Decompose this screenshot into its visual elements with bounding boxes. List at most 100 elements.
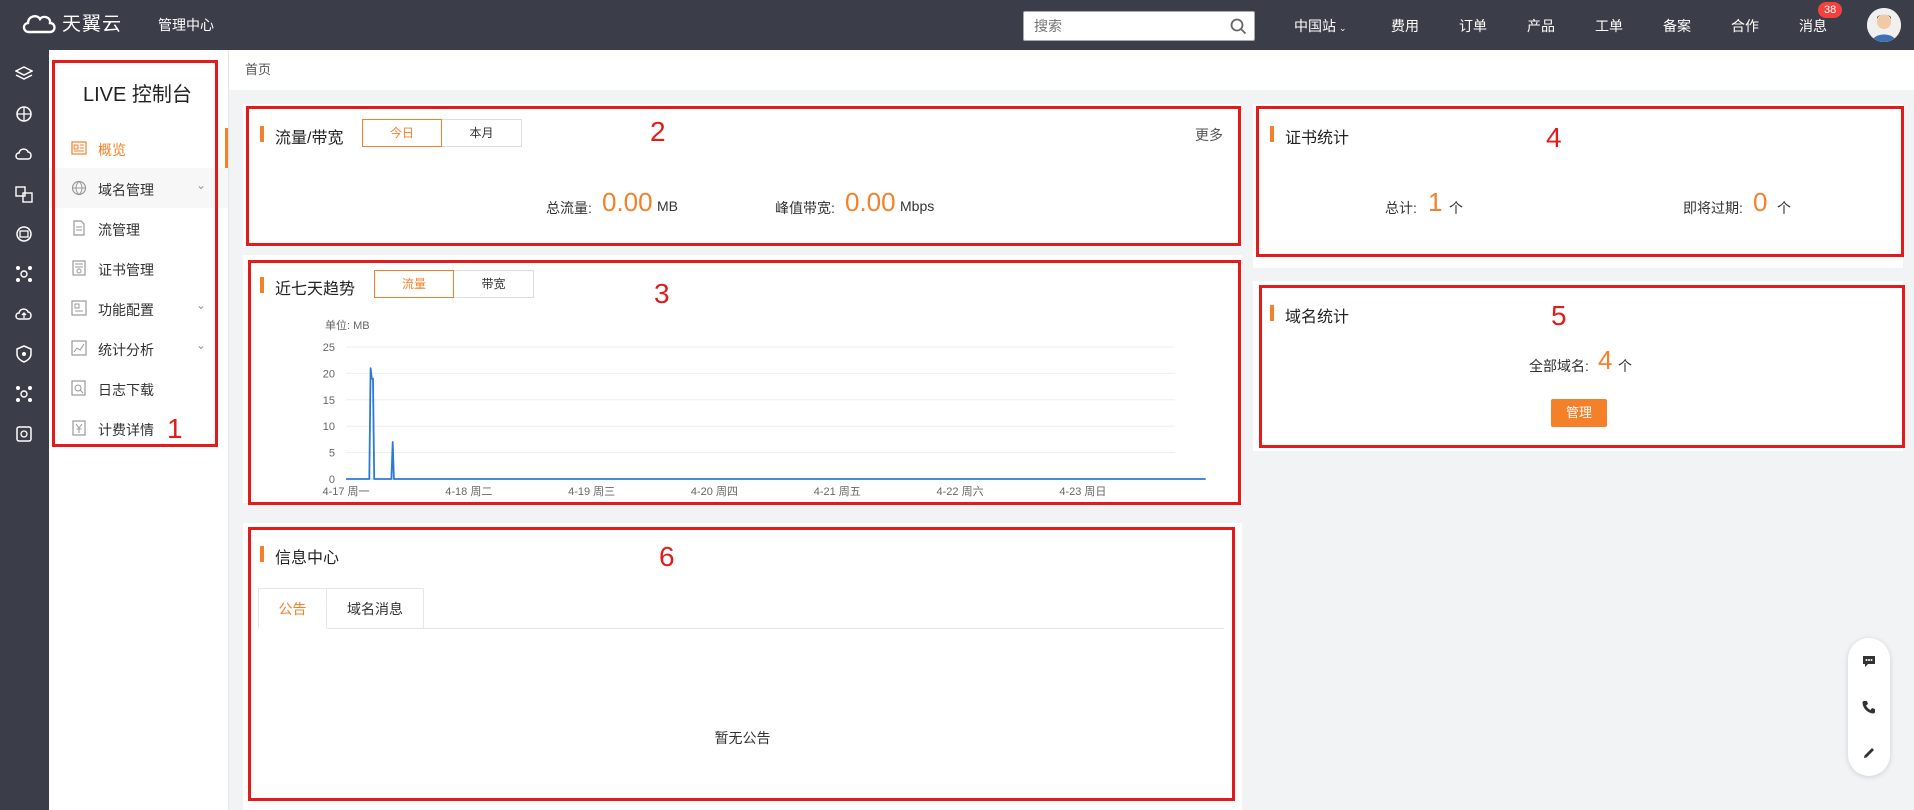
monitor-icon[interactable] [14,424,34,444]
globe-grid-icon[interactable] [14,104,34,124]
y-tick-label: 15 [323,395,335,407]
info-tabs: 公告 域名消息 [258,588,1224,629]
sidebar-item-statistics[interactable]: 统计分析 ⌄ [49,328,228,368]
nav-region[interactable]: 中国站 ⌄ [1294,16,1347,36]
sidebar-item-domain-management[interactable]: 域名管理 ⌄ [49,168,228,208]
info-title: 信息中心 [260,544,339,568]
pencil-icon [1864,748,1874,758]
nav-partner[interactable]: 合作 [1731,16,1759,36]
tab-today[interactable]: 今日 [362,119,442,147]
sidebar-item-certificate-management[interactable]: 证书管理 [49,248,228,288]
sidebar-item-billing-details[interactable]: 计费详情 [49,408,228,448]
x-tick-label: 4-20 周四 [691,485,738,498]
cert-total-unit: 个 [1449,200,1463,216]
series-line [346,367,1206,480]
nav-products[interactable]: 产品 [1527,16,1555,36]
sidebar-item-feature-config[interactable]: 功能配置 ⌄ [49,288,228,328]
nav-messages[interactable]: 消息 [1799,16,1827,36]
sidebar-item-label: 流管理 [98,222,140,238]
total-traffic-value: 0.00 [602,187,653,217]
tab-this-month[interactable]: 本月 [442,119,522,147]
certificate-icon [72,260,86,276]
search-icon[interactable] [1230,18,1247,35]
sidebar-item-stream-management[interactable]: 流管理 [49,208,228,248]
x-tick-label: 4-21 周五 [814,485,861,498]
message-count-badge: 38 [1818,2,1843,18]
cluster-icon[interactable] [14,384,34,404]
logo[interactable]: 天翼云 [20,9,122,36]
empty-notice-text: 暂无公告 [714,730,771,746]
more-link[interactable]: 更多 [1195,125,1223,145]
search-input[interactable] [1024,12,1214,40]
cert-title: 证书统计 [1270,124,1349,148]
edit-button[interactable] [1848,730,1890,776]
globe-icon [71,180,87,196]
management-center-link[interactable]: 管理中心 [158,15,214,35]
phone-icon [1862,701,1875,714]
tab-domain-messages[interactable]: 域名消息 [327,588,424,629]
sidebar-item-overview[interactable]: 概览 [49,128,228,168]
chevron-down-icon: ⌄ [196,178,207,192]
x-tick-label: 4-23 周日 [1059,485,1106,498]
total-traffic-label: 总流量: [546,200,592,216]
chevron-down-icon: ⌄ [196,298,207,312]
breadcrumb[interactable]: 首页 [229,50,1914,90]
top-bar: 天翼云 管理中心 中国站⌄ 费用 订单 产品 工单 备案 合作 消息 38 [0,0,1914,50]
peak-bandwidth-unit: Mbps [900,198,935,214]
chevron-down-icon: ⌄ [196,338,207,352]
domain-all-value: 4 [1598,345,1613,375]
cert-expiring-unit: 个 [1777,200,1791,216]
overview-icon [71,141,87,155]
domain-all-label: 全部域名: [1529,358,1589,374]
trend-line-chart: 单位: MB 0 5 10 15 20 25 4-17 周一 4-18 周二 4-19 周三 4-2… [322,318,1206,498]
search-box[interactable] [1023,11,1255,41]
sidebar-item-label: 功能配置 [98,302,154,318]
icon-rail [0,50,49,810]
info-center-card: 信息中心 暂无公告 [243,523,1242,810]
manage-button[interactable]: 管理 [1551,399,1607,427]
chart-icon [71,340,87,356]
cert-expiring-label: 即将过期: [1683,200,1743,216]
y-tick-label: 10 [323,421,335,433]
total-traffic-unit: MB [657,198,678,214]
traffic-period-toggle: 今日 本月 [362,119,522,147]
translate-icon[interactable] [14,184,34,204]
sidebar-item-label: 概览 [98,142,126,158]
avatar[interactable] [1867,8,1901,42]
chat-button[interactable] [1848,638,1890,684]
traffic-title: 流量/带宽 [260,124,343,148]
domain-title: 域名统计 [1270,303,1349,327]
shield-icon[interactable] [14,344,34,364]
peak-bandwidth-label: 峰值带宽: [775,200,835,216]
trend-card: 近七天趋势 流量 带宽 单位: MB 0 5 10 15 20 25 4-17 周一 4-18 … [243,255,1242,503]
cert-total-value: 1 [1428,187,1443,217]
layers-icon[interactable] [14,64,34,84]
annotation-number-1: 1 [167,413,183,444]
sidebar-item-log-download[interactable]: 日志下载 [49,368,228,408]
x-tick-label: 4-18 周二 [445,485,492,498]
network-icon[interactable] [14,264,34,284]
floating-actions [1848,638,1890,776]
y-axis-label: 单位: MB [325,318,370,332]
phone-button[interactable] [1848,684,1890,730]
tab-announcements[interactable]: 公告 [258,588,327,629]
config-icon [71,300,87,316]
database-icon[interactable] [14,224,34,244]
peak-bandwidth-value: 0.00 [845,187,896,217]
yen-icon [72,420,86,436]
sidebar-item-label: 证书管理 [98,262,154,278]
cloud-icon[interactable] [14,144,34,164]
nav-orders[interactable]: 订单 [1459,16,1487,36]
sidebar: LIVE 控制台 概览 域名管理 ⌄ 流管理 证书管理 功能配置 ⌄ 统计分析 … [49,50,229,810]
chevron-down-icon: ⌄ [1339,23,1347,33]
nav-filing[interactable]: 备案 [1663,16,1691,36]
logo-text: 天翼云 [62,14,123,35]
cloud-upload-icon[interactable] [14,304,34,324]
certificate-stats-card: 证书统计 总计: 1 个 即将过期: 0 个 [1253,104,1903,268]
annotation-number-5: 5 [1551,300,1567,331]
nav-tickets[interactable]: 工单 [1595,16,1623,36]
nav-billing[interactable]: 费用 [1391,16,1419,36]
document-icon [73,220,85,236]
y-tick-label: 0 [329,474,335,486]
annotation-number-2: 2 [650,116,666,147]
